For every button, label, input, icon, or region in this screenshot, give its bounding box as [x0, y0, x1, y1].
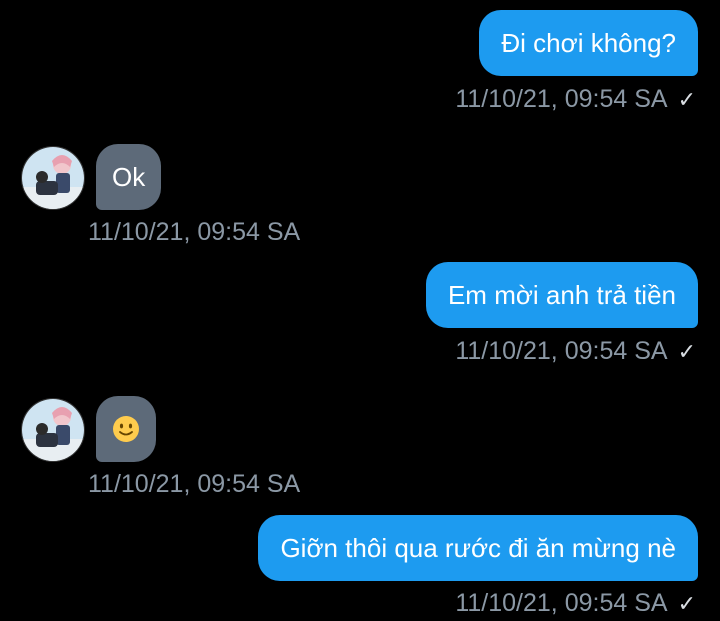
check-icon: ✓: [677, 591, 696, 616]
check-icon: ✓: [677, 339, 696, 364]
smiling-face-emoji: [113, 416, 139, 443]
message-timestamp: 11/10/21, 09:54 SA: [455, 337, 668, 365]
avatar-image: [22, 399, 84, 461]
avatar[interactable]: [21, 398, 85, 462]
message-timestamp: 11/10/21, 09:54 SA: [88, 218, 301, 246]
message-meta: 11/10/21, 09:54 SA ✓: [455, 84, 696, 115]
outgoing-message-bubble[interactable]: Em mời anh trả tiền: [425, 262, 698, 328]
message-meta: 11/10/21, 09:54 SA ✓: [455, 588, 696, 619]
message-meta: 11/10/21, 09:54 SA: [88, 217, 300, 247]
outgoing-message-bubble[interactable]: Đi chơi không?: [479, 10, 698, 76]
incoming-message-bubble[interactable]: Ok: [96, 144, 162, 210]
check-icon: ✓: [677, 87, 696, 112]
message-timestamp: 11/10/21, 09:54 SA: [88, 470, 301, 498]
avatar[interactable]: [21, 146, 85, 210]
outgoing-message-bubble[interactable]: Giỡn thôi qua rước đi ăn mừng nè: [258, 515, 698, 581]
chat-thread: Đi chơi không? 11/10/21, 09:54 SA ✓ Ok 11…: [0, 0, 720, 621]
avatar-image: [22, 147, 84, 209]
message-meta: 11/10/21, 09:54 SA ✓: [455, 336, 696, 367]
message-timestamp: 11/10/21, 09:54 SA: [455, 85, 668, 113]
message-timestamp: 11/10/21, 09:54 SA: [455, 589, 668, 617]
message-meta: 11/10/21, 09:54 SA: [88, 469, 300, 499]
incoming-message-bubble[interactable]: [96, 396, 156, 462]
